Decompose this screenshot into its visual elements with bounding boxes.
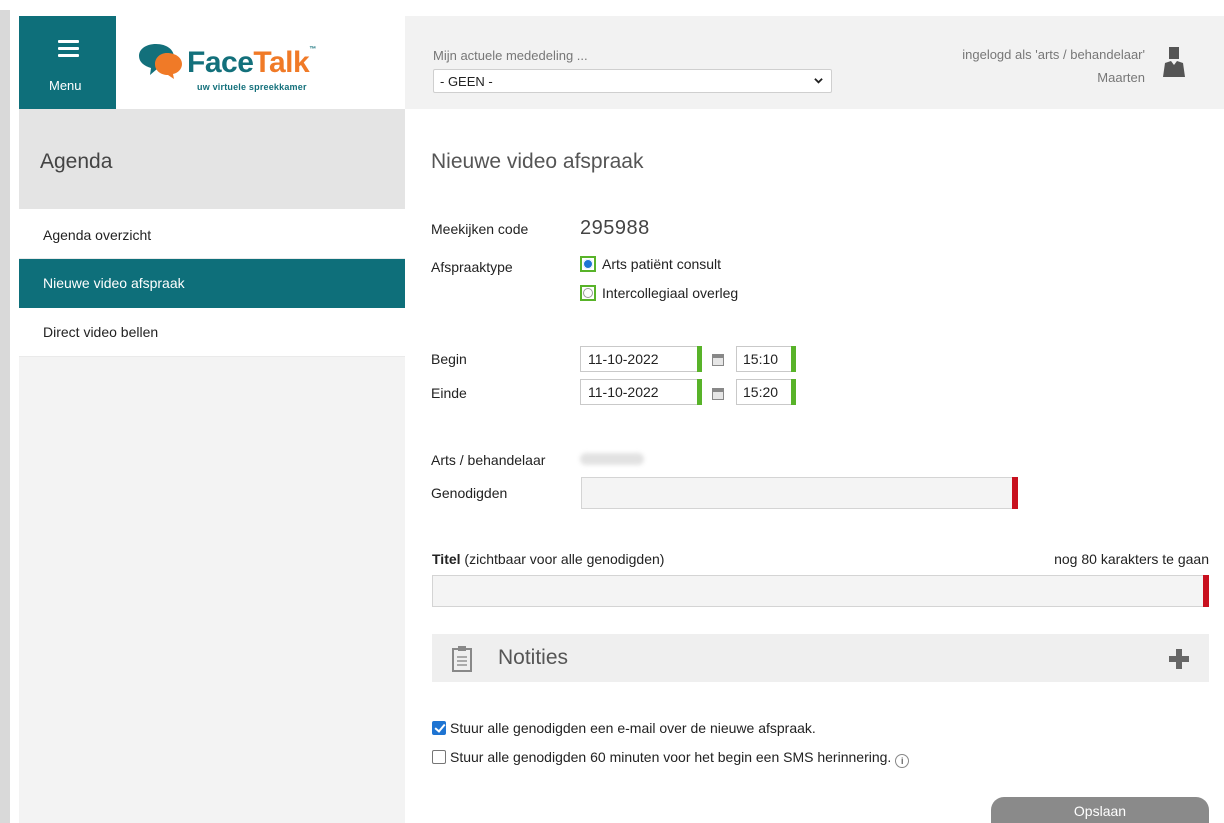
doctor-name-redacted [580, 453, 644, 465]
radio-label: Intercollegiaal overleg [602, 285, 739, 301]
notes-panel-header[interactable]: Notities [432, 634, 1209, 682]
sidebar-item-direct-video-bellen[interactable]: Direct video bellen [19, 308, 405, 357]
invitees-input[interactable] [581, 477, 1018, 509]
valid-indicator [697, 379, 702, 405]
hamburger-icon [58, 40, 79, 57]
sidebar-nav: Agenda overzicht Nieuwe video afspraak D… [19, 209, 405, 357]
valid-indicator [791, 379, 796, 405]
sidebar-item-agenda-overzicht[interactable]: Agenda overzicht [19, 209, 405, 259]
begin-date-value: 11-10-2022 [588, 351, 659, 367]
end-time-value: 15:20 [743, 384, 779, 400]
appointment-type-label: Afspraaktype [431, 259, 513, 275]
end-time-input[interactable]: 15:20 [736, 379, 796, 405]
radio-label: Arts patiënt consult [602, 256, 722, 272]
logged-in-user-name: Maarten [1097, 70, 1145, 85]
sms-reminder-label: Stuur alle genodigden 60 minuten voor he… [450, 749, 892, 765]
top-strip [0, 0, 1224, 10]
end-date-input[interactable]: 11-10-2022 [580, 379, 702, 405]
main-content: Nieuwe video afspraak Meekijken code 295… [405, 109, 1224, 823]
valid-indicator [697, 346, 702, 372]
radio-arts-patient-consult[interactable]: Arts patiënt consult [580, 256, 721, 272]
sms-reminder-checkbox[interactable]: Stuur alle genodigden 60 minuten voor he… [432, 749, 910, 768]
begin-time-input[interactable]: 15:10 [736, 346, 796, 372]
facetalk-logo[interactable]: FaceTalk™ uw virtuele spreekkamer [116, 16, 405, 109]
valid-indicator [791, 346, 796, 372]
logged-in-role: ingelogd als 'arts / behandelaar' [962, 47, 1145, 62]
sidebar: Agenda Agenda overzicht Nieuwe video afs… [19, 109, 405, 823]
title-label: Titel (zichtbaar voor alle genodigden) [432, 551, 665, 567]
required-indicator [1203, 575, 1209, 607]
left-strip [0, 10, 10, 823]
calendar-icon[interactable] [712, 388, 724, 400]
top-header: Mijn actuele mededeling ... - GEEN - ing… [405, 16, 1224, 109]
menu-button[interactable]: Menu [19, 16, 116, 109]
sidebar-section-title: Agenda [19, 109, 405, 209]
notice-select[interactable]: - GEEN - [433, 69, 832, 93]
checkbox-checked-icon [432, 721, 446, 735]
notice-select-value: - GEEN - [440, 74, 493, 89]
speech-bubbles-icon [139, 44, 182, 79]
checkbox-unchecked-icon [432, 750, 446, 764]
invitees-label: Genodigden [431, 485, 508, 501]
begin-time-value: 15:10 [743, 351, 779, 367]
code-label: Meekijken code [431, 221, 529, 237]
chevron-down-icon [814, 78, 823, 84]
end-date-value: 11-10-2022 [588, 384, 659, 400]
begin-label: Begin [431, 351, 467, 367]
clipboard-icon [452, 646, 472, 672]
radio-selected-icon [580, 256, 596, 272]
radio-intercollegiaal-overleg[interactable]: Intercollegiaal overleg [580, 285, 738, 301]
radio-unselected-icon [580, 285, 596, 301]
email-notify-label: Stuur alle genodigden een e-mail over de… [450, 720, 816, 736]
info-icon[interactable]: i [895, 754, 910, 768]
code-value: 295988 [580, 217, 650, 239]
notice-label: Mijn actuele mededeling ... [433, 48, 588, 63]
begin-date-input[interactable]: 11-10-2022 [580, 346, 702, 372]
sidebar-item-nieuwe-video-afspraak[interactable]: Nieuwe video afspraak [19, 259, 405, 308]
menu-label: Menu [49, 78, 82, 93]
required-indicator [1012, 477, 1018, 509]
end-label: Einde [431, 385, 467, 401]
email-notify-checkbox[interactable]: Stuur alle genodigden een e-mail over de… [432, 720, 816, 736]
calendar-icon[interactable] [712, 354, 724, 366]
page-title: Nieuwe video afspraak [431, 150, 644, 173]
doctor-label: Arts / behandelaar [431, 452, 546, 468]
notes-label: Notities [498, 646, 569, 669]
title-input[interactable] [432, 575, 1209, 607]
user-avatar-icon[interactable] [1163, 47, 1185, 77]
brand-name: FaceTalk™ [187, 46, 316, 79]
save-button[interactable]: Opslaan [991, 797, 1209, 823]
title-character-counter: nog 80 karakters te gaan [1054, 551, 1209, 567]
plus-icon[interactable] [1169, 649, 1189, 669]
brand-tagline: uw virtuele spreekkamer [197, 82, 307, 92]
